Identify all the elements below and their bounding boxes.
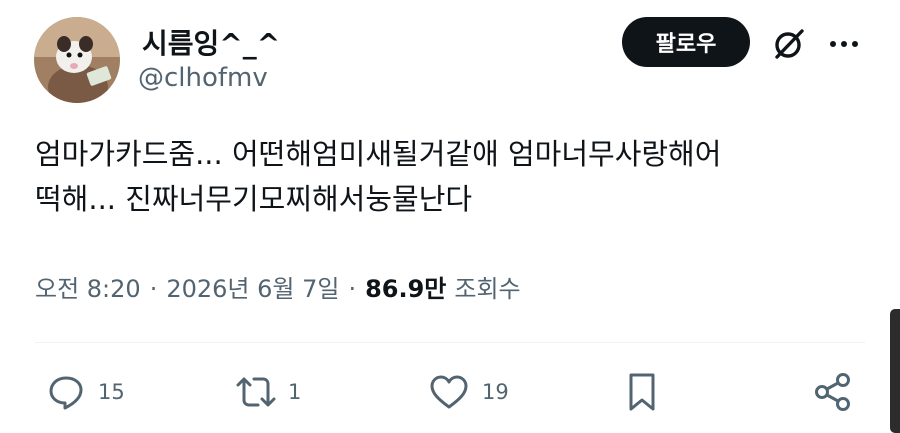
bookmark-icon bbox=[624, 371, 660, 413]
user-handle[interactable]: @clhofmv bbox=[138, 63, 268, 93]
retweet-count: 1 bbox=[288, 380, 302, 404]
tweet-text-line: 엄마가카드줌... 어떤해엄미새될거같애 엄마너무사랑해어 bbox=[35, 137, 722, 171]
retweet-icon bbox=[232, 372, 280, 412]
reply-icon bbox=[46, 372, 86, 412]
retweet-button[interactable]: 1 bbox=[232, 370, 301, 414]
follow-button[interactable]: 팔로우 bbox=[622, 17, 750, 67]
reply-button[interactable]: 15 bbox=[46, 370, 125, 414]
reply-count: 15 bbox=[98, 380, 125, 404]
scrollbar[interactable] bbox=[890, 309, 900, 433]
like-count: 19 bbox=[482, 380, 509, 404]
avatar[interactable] bbox=[34, 17, 120, 103]
avatar-image bbox=[34, 17, 120, 103]
tweet-meta: 오전 8:20 · 2026년 6월 7일 · 86.9만 조회수 bbox=[35, 269, 521, 304]
tweet-text: 엄마가카드줌... 어떤해엄미새될거같애 엄마너무사랑해어 떡해... 진짜너무… bbox=[35, 132, 875, 222]
more-icon[interactable] bbox=[826, 26, 862, 62]
divider bbox=[35, 342, 865, 343]
share-button[interactable] bbox=[812, 370, 854, 414]
tweet-date[interactable]: 2026년 6월 7일 bbox=[166, 269, 339, 304]
share-icon bbox=[812, 371, 854, 413]
like-icon bbox=[428, 372, 470, 412]
meta-separator: · bbox=[149, 275, 158, 303]
grok-icon[interactable] bbox=[771, 26, 807, 62]
tweet-time[interactable]: 오전 8:20 bbox=[35, 269, 141, 304]
tweet-text-line: 떡해... 진짜너무기모찌해서눙물난다 bbox=[35, 182, 473, 216]
like-button[interactable]: 19 bbox=[428, 370, 509, 414]
display-name[interactable]: 시름잉^_^ bbox=[142, 22, 280, 62]
views-label: 조회수 bbox=[454, 275, 521, 303]
views-count[interactable]: 86.9만 bbox=[365, 269, 446, 304]
bookmark-button[interactable] bbox=[624, 370, 660, 414]
meta-separator: · bbox=[348, 275, 357, 303]
